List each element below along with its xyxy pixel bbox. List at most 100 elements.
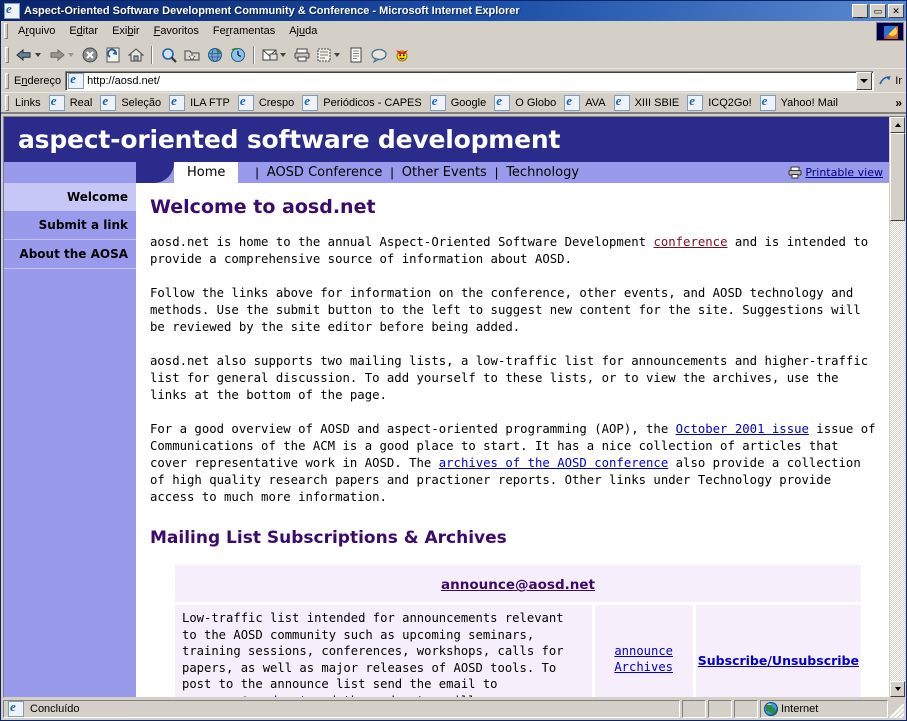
links-gripper[interactable] [5, 94, 9, 111]
go-button[interactable]: Ir [874, 74, 906, 88]
stop-button[interactable] [78, 44, 101, 66]
sidebar-item-about-the-aosa[interactable]: About the AOSA [4, 240, 136, 269]
print-button[interactable] [290, 44, 313, 66]
mail-dropdown-arrow-icon[interactable] [280, 53, 286, 57]
home-button[interactable] [124, 44, 147, 66]
address-dropdown-button[interactable] [856, 71, 873, 90]
link-item-o-globo[interactable]: O Globo [491, 93, 561, 112]
forward-dropdown-arrow-icon[interactable] [68, 53, 74, 57]
navigation-toolbar [1, 42, 906, 68]
address-gripper[interactable] [5, 72, 9, 89]
nav-separator: | [494, 165, 499, 180]
printable-view-link[interactable]: Printable view [788, 166, 889, 179]
nav-separator: | [255, 165, 259, 180]
site-title: aspect-oriented software development [18, 125, 561, 154]
back-button[interactable] [12, 44, 45, 66]
search-button[interactable] [157, 44, 180, 66]
page-body: Welcome Submit a link About the AOSA Wel… [4, 183, 889, 697]
speech-bubble-icon [370, 47, 388, 63]
menu-item-editar[interactable]: Editar [62, 23, 105, 39]
link-item-periodicos-capes[interactable]: Periódicos - CAPES [299, 93, 426, 112]
link-favicon-icon [564, 93, 581, 111]
nav-link-other-events[interactable]: Other Events [402, 165, 487, 180]
october-2001-issue-link[interactable]: October 2001 issue [676, 422, 809, 436]
menu-item-ajuda[interactable]: Ajuda [282, 23, 324, 39]
link-favicon-icon [613, 93, 630, 111]
favorites-button[interactable] [180, 44, 203, 66]
conference-link[interactable]: conference [653, 235, 727, 249]
link-item-ila-ftp[interactable]: ILA FTP [166, 93, 235, 112]
web-page: aspect-oriented software development Hom… [4, 117, 889, 697]
tab-home[interactable]: Home [174, 162, 239, 183]
scrollbar-track[interactable] [890, 221, 905, 681]
link-item-xiii-sbie[interactable]: XIII SBIE [611, 93, 685, 112]
resize-grip[interactable] [890, 704, 904, 718]
security-zone-panel[interactable]: Internet [760, 700, 888, 718]
edit-button[interactable] [313, 44, 344, 66]
link-item-crespo[interactable]: Crespo [235, 93, 299, 112]
link-label: AVA [585, 96, 606, 109]
aosd-conference-archives-link[interactable]: archives of the AOSD conference [439, 456, 669, 470]
browser-window: Aspect-Oriented Software Development Com… [0, 0, 907, 721]
back-arrow-icon [14, 47, 34, 63]
page-status-icon [8, 701, 24, 717]
discuss-button[interactable] [344, 44, 367, 66]
minimize-button[interactable]: _ [852, 4, 868, 18]
link-favicon-icon [302, 93, 319, 111]
link-favicon-icon [494, 93, 511, 111]
address-value: http://aosd.net/ [87, 74, 160, 87]
menu-gripper[interactable] [4, 23, 8, 39]
announce-email-link[interactable]: announce@aosd.net [182, 694, 307, 698]
nav-link-aosd-conference[interactable]: AOSD Conference [267, 165, 383, 180]
nav-separator: | [390, 165, 394, 180]
menu-item-exibir[interactable]: Exibir [105, 23, 147, 39]
link-item-google[interactable]: Google [427, 93, 491, 112]
messenger-button[interactable] [390, 44, 413, 66]
mailing-list-description-cell: Low-traffic list intended for announceme… [175, 605, 592, 697]
media-button[interactable] [203, 44, 226, 66]
link-label: Crespo [258, 96, 295, 109]
forward-button[interactable] [45, 44, 78, 66]
link-item-real[interactable]: Real [46, 93, 98, 112]
link-label: Seleção [121, 96, 162, 109]
link-item-icq2go[interactable]: ICQ2Go! [684, 93, 756, 112]
scrollbar-thumb[interactable] [890, 133, 905, 221]
nav-curve-decoration [136, 162, 174, 183]
sidebar-item-welcome[interactable]: Welcome [4, 183, 136, 211]
sidebar-item-submit-a-link[interactable]: Submit a link [4, 211, 136, 240]
link-item-selecao[interactable]: Seleção [97, 93, 166, 112]
link-label: Real [69, 96, 93, 109]
links-overflow-chevron-icon[interactable]: » [891, 96, 906, 110]
menu-item-favoritos[interactable]: Favoritos [147, 23, 206, 39]
windows-flag-logo-icon [876, 22, 904, 41]
menu-item-ferramentas[interactable]: Ferramentas [206, 23, 282, 39]
archives-line-2: Archives [614, 660, 674, 674]
page-favicon-icon [68, 71, 85, 89]
announce-list-link[interactable]: announce@aosd.net [441, 577, 595, 593]
page-scrollbar[interactable] [889, 117, 905, 697]
link-favicon-icon [100, 93, 117, 111]
subscribe-unsubscribe-link[interactable]: Subscribe/Unsubscribe [698, 653, 859, 668]
maximize-icon: ▭ [873, 6, 883, 16]
nav-link-technology[interactable]: Technology [506, 165, 579, 180]
menu-item-arquivo[interactable]: Arquivo [11, 23, 62, 39]
link-favicon-icon [237, 93, 254, 111]
mailing-list-subscribe-cell: Subscribe/Unsubscribe [695, 605, 861, 697]
intro-paragraph: aosd.net is home to the annual Aspect-Or… [150, 234, 877, 268]
discussion-bubble-button[interactable] [367, 44, 390, 66]
address-input[interactable]: http://aosd.net/ [65, 70, 875, 91]
announce-archives-link[interactable]: announce Archives [614, 644, 673, 674]
toolbar-gripper[interactable] [5, 47, 9, 63]
back-dropdown-arrow-icon[interactable] [35, 53, 41, 57]
refresh-button[interactable] [101, 44, 124, 66]
link-item-yahoo-mail[interactable]: Yahoo! Mail [757, 93, 843, 112]
edit-dropdown-arrow-icon[interactable] [334, 53, 340, 57]
maximize-button[interactable]: ▭ [870, 4, 886, 18]
history-button[interactable] [226, 44, 249, 66]
scroll-up-button[interactable] [890, 117, 905, 133]
link-item-ava[interactable]: AVA [561, 93, 610, 112]
scroll-down-button[interactable] [890, 681, 905, 697]
mail-button[interactable] [259, 44, 290, 66]
close-button[interactable]: ✕ [888, 4, 904, 18]
search-icon [160, 46, 178, 64]
